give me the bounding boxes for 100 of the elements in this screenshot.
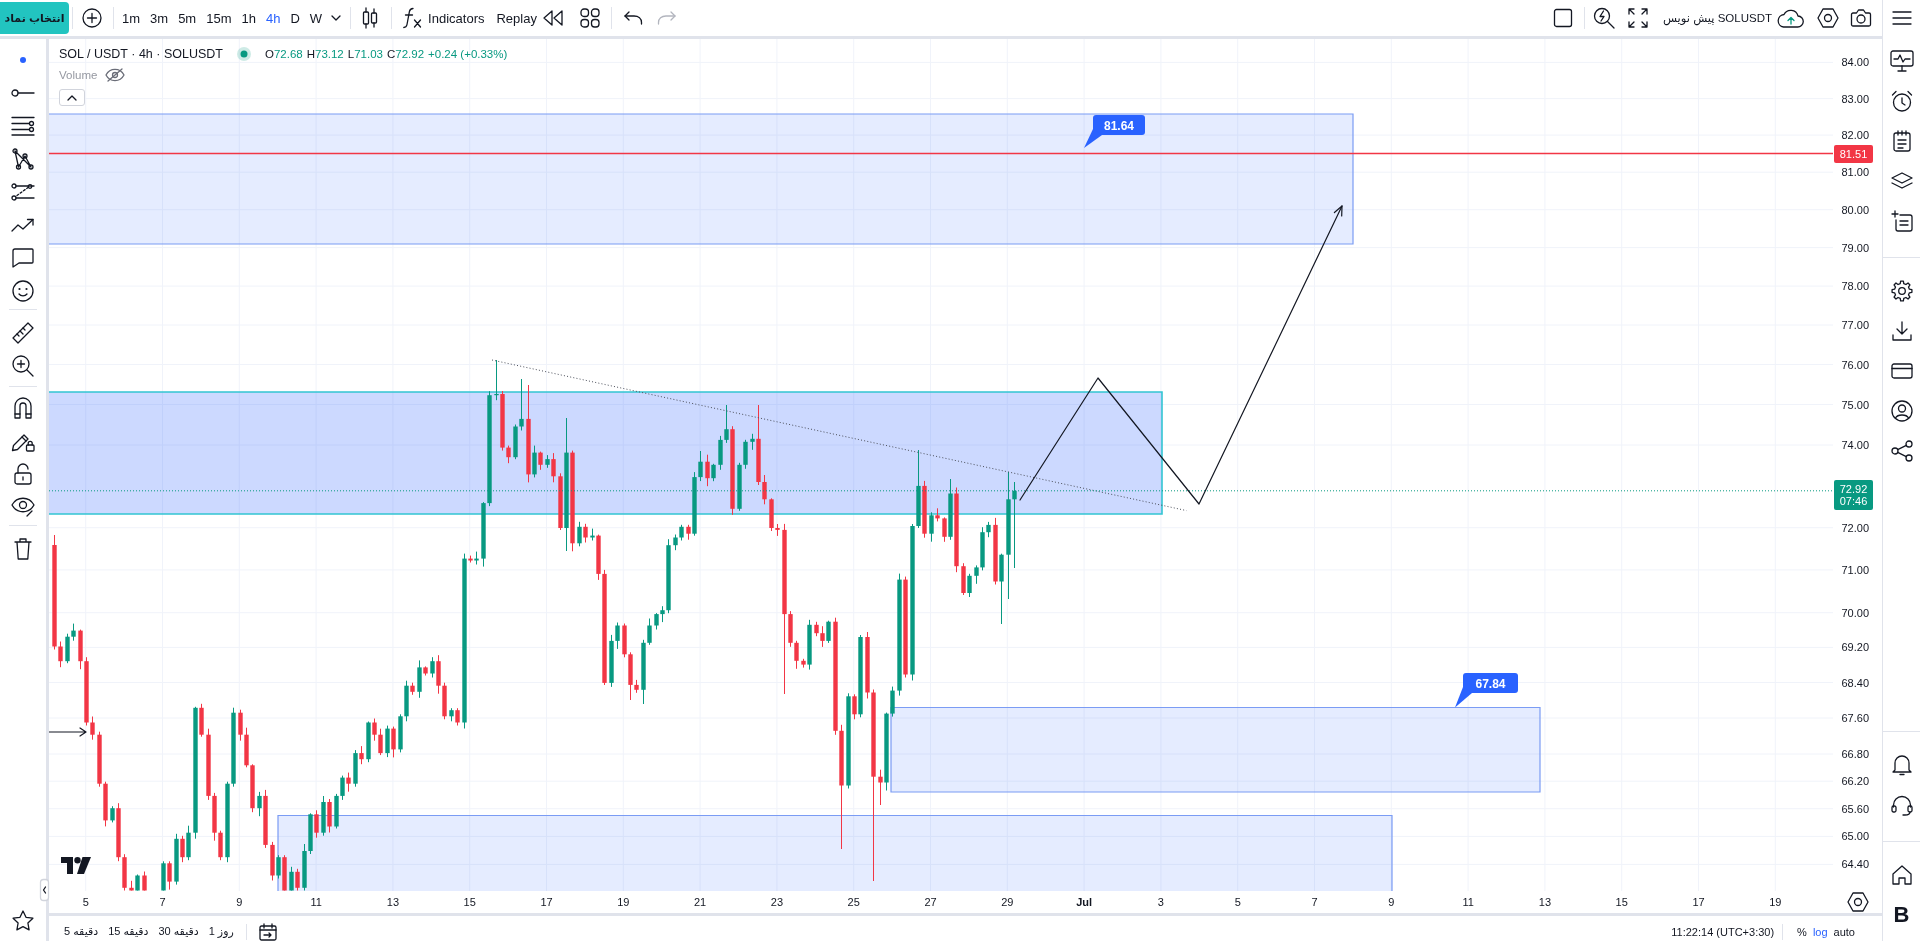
ruler-icon[interactable] <box>12 321 34 344</box>
interval-tab[interactable]: D <box>285 4 305 32</box>
zoom-in-icon[interactable] <box>12 354 34 377</box>
menu-icon[interactable] <box>1891 11 1912 25</box>
price-axis-label: 76.00 <box>1841 357 1869 372</box>
add-icon[interactable] <box>82 8 102 28</box>
bell-icon[interactable] <box>1891 754 1912 776</box>
layers-icon[interactable] <box>1890 172 1913 190</box>
indicators-button[interactable]: Indicators <box>402 4 485 32</box>
download-icon[interactable] <box>1891 321 1912 341</box>
price-label: 67.84 <box>1455 673 1518 708</box>
price-change: +0.24 (+0.33%) <box>428 48 508 60</box>
price-axis-label: 77.00 <box>1841 318 1869 332</box>
time-axis-label: 5 <box>1234 895 1241 909</box>
home-icon[interactable] <box>1891 865 1912 885</box>
price-value: 81.51 <box>1839 148 1868 160</box>
price-axis-label: 69.20 <box>1841 640 1869 655</box>
interval-tab[interactable]: 5m <box>173 4 202 32</box>
timeframe-button[interactable]: 30 دقیقه <box>158 925 199 938</box>
price-axis-label: 79.00 <box>1841 240 1869 255</box>
time-axis-label: 9 <box>1388 895 1395 909</box>
collapse-button[interactable] <box>59 89 85 106</box>
share-icon[interactable] <box>1890 440 1913 462</box>
collapse-handle[interactable] <box>40 879 49 901</box>
scale-toggle[interactable]: % <box>1797 925 1807 938</box>
logo-icon[interactable] <box>61 857 91 874</box>
trash-icon[interactable] <box>14 537 32 560</box>
headset-icon[interactable] <box>1890 794 1913 816</box>
interval-tab[interactable]: 1m <box>117 4 146 32</box>
time-axis-label: 23 <box>770 895 783 909</box>
price-value: 72.92 <box>1839 483 1868 495</box>
interval-tab[interactable]: 15m <box>201 4 237 32</box>
dot-icon[interactable] <box>20 56 26 63</box>
price-axis-label: 66.20 <box>1841 774 1869 789</box>
undo-icon[interactable] <box>622 11 643 25</box>
time-axis-label: 25 <box>847 895 860 909</box>
card-icon[interactable] <box>1890 363 1913 379</box>
eye-off-icon[interactable] <box>105 68 126 82</box>
settings-icon[interactable] <box>1890 280 1913 302</box>
horizontal-lines-icon[interactable] <box>11 115 35 136</box>
price-axis-label: 84.00 <box>1841 55 1869 70</box>
timeframe-button[interactable]: 15 دقیقه <box>108 925 149 938</box>
price-axis-label: 64.40 <box>1841 857 1869 872</box>
price-axis-label: 65.60 <box>1841 801 1869 816</box>
settings-icon[interactable] <box>1817 8 1839 28</box>
time-axis-label: 15 <box>1615 895 1628 909</box>
price-axis-label: 78.00 <box>1841 279 1869 294</box>
list-add-icon[interactable] <box>1890 210 1913 232</box>
timeframe-button[interactable]: 5 دقیقه <box>64 925 99 938</box>
time-axis-label: 17 <box>540 895 553 909</box>
time-axis-label: 21 <box>693 895 707 909</box>
timeframe-button[interactable]: 1 روز <box>208 925 234 938</box>
scale-toggle[interactable]: log <box>1812 925 1828 938</box>
price-axis-label: 80.00 <box>1841 202 1869 217</box>
interval-tab[interactable]: 1h <box>236 4 261 32</box>
time-axis-label: 9 <box>236 895 243 909</box>
pattern-icon[interactable] <box>12 147 34 170</box>
layout-grid-icon[interactable] <box>579 8 600 28</box>
star-icon[interactable] <box>12 909 34 931</box>
symbol-title[interactable]: SOL / USDT · 4h · SOLUSDT <box>59 47 223 61</box>
alarm-clock-icon[interactable] <box>1890 90 1913 112</box>
square-icon[interactable] <box>1552 8 1573 28</box>
time-axis-label: 7 <box>159 895 166 909</box>
settings-icon[interactable] <box>1846 892 1869 912</box>
speech-bubble-icon[interactable] <box>12 247 34 268</box>
ohlc-value: H73.12 <box>306 48 344 60</box>
price-axis-label: 70.00 <box>1841 605 1869 620</box>
layout-name-button[interactable]: پیش نویس SOLUSDT <box>1662 4 1772 32</box>
price-axis-label: 81.00 <box>1841 165 1869 180</box>
logo-button[interactable]: B <box>1893 903 1910 927</box>
unlock-icon[interactable] <box>14 462 32 485</box>
candlestick-icon[interactable] <box>362 7 379 29</box>
time-axis-label: 19 <box>1769 895 1782 909</box>
eye-icon[interactable] <box>11 496 35 517</box>
time-axis-label: 11 <box>310 895 322 909</box>
scale-toggle[interactable]: auto <box>1833 925 1855 938</box>
interval-tab[interactable]: 3m <box>145 4 174 32</box>
time-axis-label: 17 <box>1692 895 1705 909</box>
monitor-icon[interactable] <box>1889 50 1914 72</box>
chevron-down-icon[interactable] <box>331 15 342 21</box>
forecast-icon[interactable] <box>11 182 35 201</box>
search-icon[interactable] <box>1592 7 1615 29</box>
smiley-icon[interactable] <box>12 279 34 302</box>
zigzag-arrow-icon[interactable] <box>11 217 35 232</box>
price-axis-label: 68.40 <box>1841 675 1869 690</box>
user-icon[interactable] <box>1890 400 1913 422</box>
trend-line-icon[interactable] <box>11 88 35 97</box>
replay-button[interactable]: Replay <box>496 4 564 32</box>
cloud-upload-icon[interactable] <box>1776 8 1804 28</box>
interval-tab[interactable]: 4h <box>260 4 286 32</box>
calendar-icon[interactable] <box>258 922 277 941</box>
symbol-search-button[interactable]: انتخاب نماد <box>0 2 69 34</box>
countdown-timer: 07:46 <box>1839 495 1868 507</box>
magnet-icon[interactable] <box>13 396 33 419</box>
camera-icon[interactable] <box>1850 9 1872 27</box>
clock-button[interactable]: 11:22:14 (UTC+3:30) <box>1671 925 1775 938</box>
rewind-icon <box>541 9 564 27</box>
fullscreen-icon[interactable] <box>1627 8 1648 28</box>
notepad-icon[interactable] <box>1892 130 1911 152</box>
interval-tab[interactable]: W <box>304 4 328 32</box>
